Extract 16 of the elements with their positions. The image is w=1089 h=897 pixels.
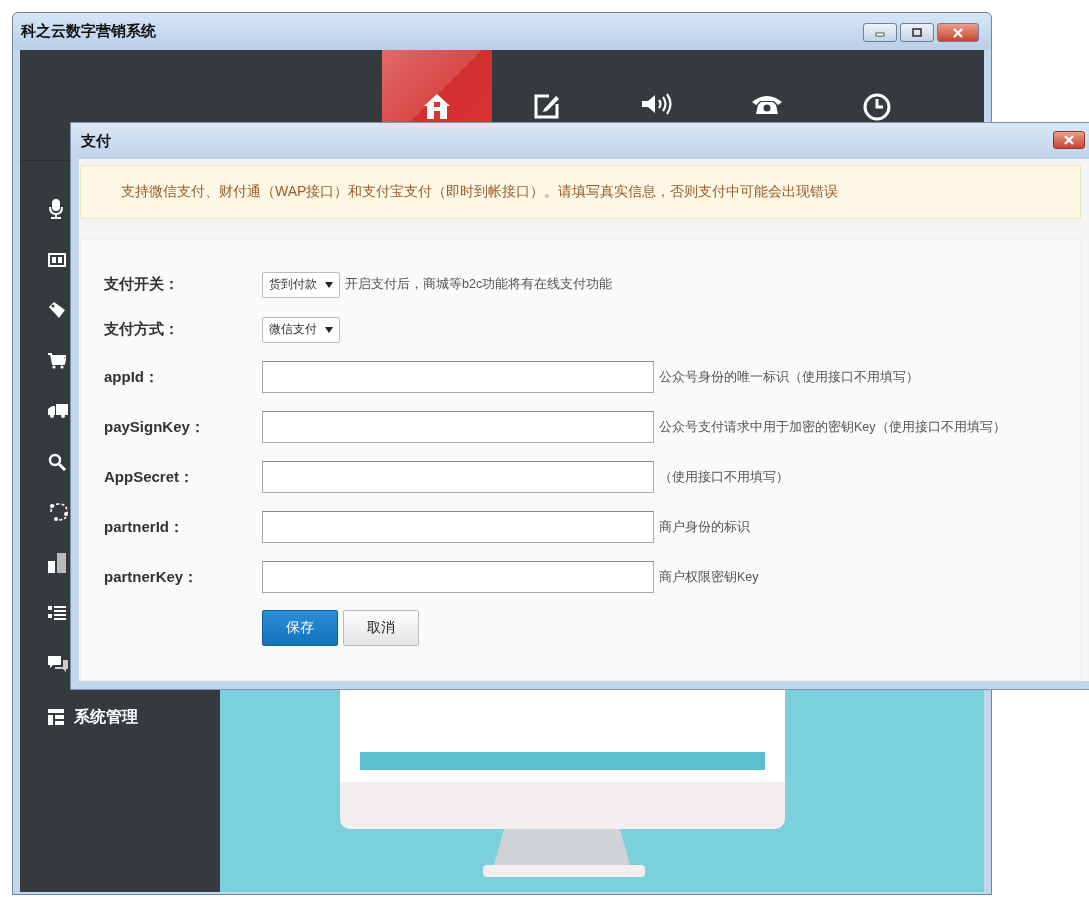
field-label: 支付方式： xyxy=(104,320,180,339)
field-label: AppSecret： xyxy=(104,467,196,487)
field-label: appId： xyxy=(104,367,160,387)
field-label: partnerId： xyxy=(104,517,185,537)
field-hint: 公众号身份的唯一标识（使用接口不用填写） xyxy=(659,368,919,386)
field-label: 支付开关： xyxy=(104,275,180,294)
field-label: paySignKey： xyxy=(104,417,206,437)
field-hint: 商户身份的标识 xyxy=(659,518,750,536)
dialog-title: 支付 xyxy=(81,131,111,151)
field-hint: 开启支付后，商城等b2c功能将有在线支付功能 xyxy=(345,276,613,293)
field-label: partnerKey： xyxy=(104,567,200,587)
window-title: 科之云数字营销系统 xyxy=(21,22,156,41)
field-hint: 公众号支付请求中用于加密的密钥Key（使用接口不用填写） xyxy=(659,418,1006,436)
field-hint: 商户权限密钥Key xyxy=(659,568,759,586)
notice-message: 支持微信支付、财付通（WAP接口）和支付宝支付（即时到帐接口）。请填写真实信息，否则支付中可能会出现错误 xyxy=(80,165,1081,219)
field-hint: （使用接口不用填写） xyxy=(659,468,789,486)
